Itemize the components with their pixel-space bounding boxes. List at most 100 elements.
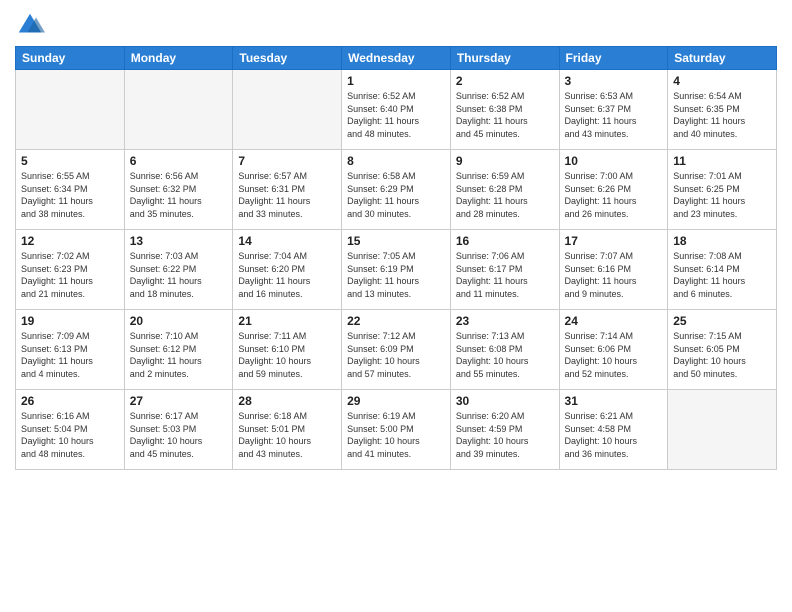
calendar-cell: 11 Sunrise: 7:01 AMSunset: 6:25 PMDayligh…	[668, 150, 777, 230]
calendar-cell	[668, 390, 777, 470]
day-info: Sunrise: 7:11 AMSunset: 6:10 PMDaylight:…	[238, 330, 336, 380]
calendar-cell: 10Sunrise: 7:00 AMSunset: 6:26 PMDayligh…	[559, 150, 668, 230]
day-info: Sunrise: 6:56 AMSunset: 6:32 PMDaylight:…	[130, 170, 228, 220]
day-info: Sunrise: 6:21 AMSunset: 4:58 PMDaylight:…	[565, 410, 663, 460]
day-info: Sunrise: 7:08 AMSunset: 6:14 PMDaylight:…	[673, 250, 771, 300]
day-info: Sunrise: 7:10 AMSunset: 6:12 PMDaylight:…	[130, 330, 228, 380]
day-info: Sunrise: 6:55 AMSunset: 6:34 PMDaylight:…	[21, 170, 119, 220]
day-info: Sunrise: 7:03 AMSunset: 6:22 PMDaylight:…	[130, 250, 228, 300]
calendar: SundayMondayTuesdayWednesdayThursdayFrid…	[15, 46, 777, 470]
day-number: 14	[238, 234, 336, 248]
weekday-header: Sunday	[16, 47, 125, 70]
day-info: Sunrise: 7:01 AMSunset: 6:25 PMDaylight:…	[673, 170, 771, 220]
day-info: Sunrise: 6:58 AMSunset: 6:29 PMDaylight:…	[347, 170, 445, 220]
weekday-header: Friday	[559, 47, 668, 70]
calendar-cell: 6 Sunrise: 6:56 AMSunset: 6:32 PMDaylight…	[124, 150, 233, 230]
calendar-cell: 5 Sunrise: 6:55 AMSunset: 6:34 PMDaylight…	[16, 150, 125, 230]
calendar-cell: 1 Sunrise: 6:52 AMSunset: 6:40 PMDaylight…	[342, 70, 451, 150]
day-info: Sunrise: 7:06 AMSunset: 6:17 PMDaylight:…	[456, 250, 554, 300]
day-info: Sunrise: 7:00 AMSunset: 6:26 PMDaylight:…	[565, 170, 663, 220]
calendar-week-row: 19 Sunrise: 7:09 AMSunset: 6:13 PMDayligh…	[16, 310, 777, 390]
day-number: 7	[238, 154, 336, 168]
calendar-cell: 12Sunrise: 7:02 AMSunset: 6:23 PMDayligh…	[16, 230, 125, 310]
page: SundayMondayTuesdayWednesdayThursdayFrid…	[0, 0, 792, 612]
calendar-cell: 27Sunrise: 6:17 AMSunset: 5:03 PMDayligh…	[124, 390, 233, 470]
day-number: 25	[673, 314, 771, 328]
day-number: 17	[565, 234, 663, 248]
calendar-cell: 15 Sunrise: 7:05 AMSunset: 6:19 PMDayligh…	[342, 230, 451, 310]
day-number: 13	[130, 234, 228, 248]
calendar-cell: 2Sunrise: 6:52 AMSunset: 6:38 PMDaylight…	[450, 70, 559, 150]
day-number: 11	[673, 154, 771, 168]
calendar-cell: 20 Sunrise: 7:10 AMSunset: 6:12 PMDayligh…	[124, 310, 233, 390]
weekday-header: Wednesday	[342, 47, 451, 70]
calendar-week-row: 26 Sunrise: 6:16 AMSunset: 5:04 PMDayligh…	[16, 390, 777, 470]
calendar-cell: 24Sunrise: 7:14 AMSunset: 6:06 PMDayligh…	[559, 310, 668, 390]
calendar-cell: 14Sunrise: 7:04 AMSunset: 6:20 PMDayligh…	[233, 230, 342, 310]
calendar-cell: 23 Sunrise: 7:13 AMSunset: 6:08 PMDayligh…	[450, 310, 559, 390]
day-info: Sunrise: 7:15 AMSunset: 6:05 PMDaylight:…	[673, 330, 771, 380]
calendar-cell	[16, 70, 125, 150]
day-number: 30	[456, 394, 554, 408]
calendar-week-row: 12Sunrise: 7:02 AMSunset: 6:23 PMDayligh…	[16, 230, 777, 310]
day-number: 28	[238, 394, 336, 408]
day-info: Sunrise: 6:16 AMSunset: 5:04 PMDaylight:…	[21, 410, 119, 460]
day-number: 4	[673, 74, 771, 88]
weekday-row: SundayMondayTuesdayWednesdayThursdayFrid…	[16, 47, 777, 70]
calendar-body: 1 Sunrise: 6:52 AMSunset: 6:40 PMDaylight…	[16, 70, 777, 470]
calendar-cell: 18 Sunrise: 7:08 AMSunset: 6:14 PMDayligh…	[668, 230, 777, 310]
day-number: 21	[238, 314, 336, 328]
weekday-header: Thursday	[450, 47, 559, 70]
day-info: Sunrise: 6:52 AMSunset: 6:40 PMDaylight:…	[347, 90, 445, 140]
calendar-cell: 22 Sunrise: 7:12 AMSunset: 6:09 PMDayligh…	[342, 310, 451, 390]
day-number: 20	[130, 314, 228, 328]
weekday-header: Saturday	[668, 47, 777, 70]
day-number: 8	[347, 154, 445, 168]
day-number: 23	[456, 314, 554, 328]
day-info: Sunrise: 7:09 AMSunset: 6:13 PMDaylight:…	[21, 330, 119, 380]
day-info: Sunrise: 6:57 AMSunset: 6:31 PMDaylight:…	[238, 170, 336, 220]
day-number: 9	[456, 154, 554, 168]
day-number: 18	[673, 234, 771, 248]
day-number: 29	[347, 394, 445, 408]
calendar-cell: 28Sunrise: 6:18 AMSunset: 5:01 PMDayligh…	[233, 390, 342, 470]
calendar-cell	[233, 70, 342, 150]
day-info: Sunrise: 6:54 AMSunset: 6:35 PMDaylight:…	[673, 90, 771, 140]
day-info: Sunrise: 7:14 AMSunset: 6:06 PMDaylight:…	[565, 330, 663, 380]
day-info: Sunrise: 7:12 AMSunset: 6:09 PMDaylight:…	[347, 330, 445, 380]
calendar-cell: 31 Sunrise: 6:21 AMSunset: 4:58 PMDayligh…	[559, 390, 668, 470]
header	[15, 10, 777, 40]
calendar-cell: 17 Sunrise: 7:07 AMSunset: 6:16 PMDayligh…	[559, 230, 668, 310]
day-info: Sunrise: 6:59 AMSunset: 6:28 PMDaylight:…	[456, 170, 554, 220]
day-number: 3	[565, 74, 663, 88]
day-number: 15	[347, 234, 445, 248]
logo-icon	[15, 10, 45, 40]
calendar-cell: 9 Sunrise: 6:59 AMSunset: 6:28 PMDaylight…	[450, 150, 559, 230]
logo	[15, 10, 49, 40]
day-number: 31	[565, 394, 663, 408]
day-number: 27	[130, 394, 228, 408]
calendar-cell: 26 Sunrise: 6:16 AMSunset: 5:04 PMDayligh…	[16, 390, 125, 470]
day-info: Sunrise: 7:13 AMSunset: 6:08 PMDaylight:…	[456, 330, 554, 380]
day-info: Sunrise: 6:53 AMSunset: 6:37 PMDaylight:…	[565, 90, 663, 140]
calendar-cell: 7 Sunrise: 6:57 AMSunset: 6:31 PMDaylight…	[233, 150, 342, 230]
day-number: 26	[21, 394, 119, 408]
day-number: 6	[130, 154, 228, 168]
day-number: 1	[347, 74, 445, 88]
calendar-cell: 25 Sunrise: 7:15 AMSunset: 6:05 PMDayligh…	[668, 310, 777, 390]
day-number: 22	[347, 314, 445, 328]
day-info: Sunrise: 7:05 AMSunset: 6:19 PMDaylight:…	[347, 250, 445, 300]
day-number: 12	[21, 234, 119, 248]
day-number: 19	[21, 314, 119, 328]
calendar-week-row: 5 Sunrise: 6:55 AMSunset: 6:34 PMDaylight…	[16, 150, 777, 230]
weekday-header: Monday	[124, 47, 233, 70]
day-number: 5	[21, 154, 119, 168]
day-info: Sunrise: 7:07 AMSunset: 6:16 PMDaylight:…	[565, 250, 663, 300]
calendar-cell: 4 Sunrise: 6:54 AMSunset: 6:35 PMDaylight…	[668, 70, 777, 150]
weekday-header: Tuesday	[233, 47, 342, 70]
calendar-cell: 3 Sunrise: 6:53 AMSunset: 6:37 PMDaylight…	[559, 70, 668, 150]
calendar-cell: 19 Sunrise: 7:09 AMSunset: 6:13 PMDayligh…	[16, 310, 125, 390]
day-number: 16	[456, 234, 554, 248]
calendar-week-row: 1 Sunrise: 6:52 AMSunset: 6:40 PMDaylight…	[16, 70, 777, 150]
calendar-cell: 21 Sunrise: 7:11 AMSunset: 6:10 PMDayligh…	[233, 310, 342, 390]
